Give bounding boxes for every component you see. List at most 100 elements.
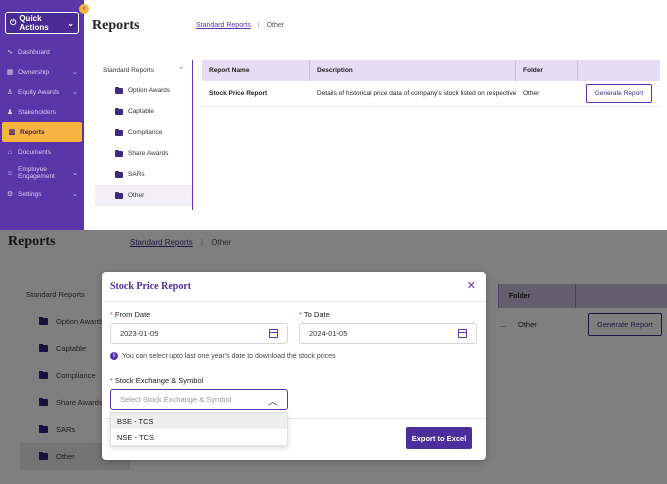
- required-marker: *: [110, 310, 113, 319]
- breadcrumb: Standard Reports | Other: [196, 22, 284, 29]
- sidebar-item-label: Settings: [18, 190, 42, 198]
- table-row: Stock Price Report Details of historical…: [202, 81, 660, 107]
- tree-item-compliance[interactable]: Compliance: [95, 122, 192, 143]
- cell-folder: Other: [518, 319, 537, 329]
- exchange-symbol-placeholder: Select Stock Exchange & Symbol: [120, 395, 232, 404]
- chevron-down-icon: ⌄: [72, 69, 78, 76]
- table-row: ... Other Generate Report: [498, 308, 667, 340]
- to-date-value: 2024-01-05: [309, 329, 348, 338]
- required-marker: *: [110, 376, 113, 385]
- folder-icon: [115, 170, 123, 178]
- equity-awards-icon: ♙: [6, 89, 14, 96]
- required-marker: *: [299, 310, 302, 319]
- folder-icon: [115, 107, 123, 115]
- tree-heading-standard-reports[interactable]: Standard Reports ⌃: [95, 60, 192, 80]
- chevron-down-icon: ⌄: [67, 18, 74, 28]
- export-to-excel-button[interactable]: Export to Excel: [406, 427, 472, 449]
- tree-item-label: Compliance: [128, 129, 163, 136]
- dropdown-option-bse-tcs[interactable]: BSE - TCS: [111, 413, 287, 429]
- column-header-folder: Folder: [516, 60, 578, 81]
- sidebar-item-equity-awards[interactable]: ♙ Equity Awards ⌄: [0, 82, 84, 102]
- tree-item-sars[interactable]: SARs: [95, 164, 192, 185]
- sidebar-item-stakeholders[interactable]: ♟ Stakeholders: [0, 102, 84, 122]
- calendar-icon[interactable]: [269, 329, 278, 338]
- table-header: Folder: [498, 284, 667, 308]
- power-icon: ⏻: [10, 18, 17, 27]
- exchange-symbol-dropdown: BSE - TCS NSE - TCS: [110, 412, 288, 446]
- from-date-label-text: From Date: [114, 310, 151, 319]
- sidebar-item-documents[interactable]: ⌂ Documents: [0, 142, 84, 162]
- breadcrumb-other: Other: [266, 22, 285, 29]
- chevron-up-icon: ⌃: [178, 67, 184, 74]
- breadcrumb: Standard Reports | Other: [130, 238, 231, 247]
- folder-icon: [115, 149, 123, 157]
- tree-item-label: SARs: [56, 425, 76, 434]
- folder-icon: [39, 398, 48, 406]
- calendar-icon[interactable]: [458, 329, 467, 338]
- from-date-input[interactable]: 2023-01-05: [110, 323, 288, 344]
- breadcrumb-other: Other: [211, 238, 232, 247]
- tree-item-other[interactable]: Other: [95, 185, 192, 206]
- tree-item-label: Other: [128, 192, 145, 199]
- breadcrumb-separator: |: [257, 22, 260, 29]
- tree-item-share-awards[interactable]: Share Awards: [95, 143, 192, 164]
- folder-icon: [115, 128, 123, 136]
- sidebar-item-reports[interactable]: ▥ Reports: [2, 122, 82, 142]
- breadcrumb-standard-reports[interactable]: Standard Reports: [196, 22, 251, 29]
- to-date-input[interactable]: 2024-01-05: [299, 323, 477, 344]
- table-header: Report Name Description Folder: [202, 60, 660, 81]
- generate-report-button[interactable]: Generate Report: [588, 312, 662, 336]
- column-header-action: [578, 60, 660, 81]
- quick-actions-button[interactable]: ⏻ Quick Actions ⌄: [5, 12, 79, 34]
- reports-table: Report Name Description Folder Stock Pri…: [202, 60, 660, 107]
- page-title: Reports: [8, 234, 56, 249]
- folder-icon: [39, 452, 48, 460]
- tree-item-captable[interactable]: Captable: [95, 101, 192, 122]
- dropdown-option-nse-tcs[interactable]: NSE - TCS: [111, 429, 287, 445]
- exchange-symbol-label: * Stock Exchange & Symbol: [110, 376, 203, 385]
- cell-description-truncated: ...: [500, 319, 507, 329]
- quick-actions-label: Quick Actions: [19, 14, 49, 32]
- column-header-description: Description: [310, 60, 516, 81]
- exchange-symbol-label-text: Stock Exchange & Symbol: [114, 376, 204, 385]
- tree-heading-label: Standard Reports: [103, 66, 154, 74]
- page-title: Reports: [92, 18, 140, 33]
- pulse-icon: ∿: [7, 49, 13, 56]
- folder-icon: [115, 86, 123, 94]
- tree-item-label: SARs: [128, 171, 145, 178]
- sidebar-item-label: Stakeholders: [18, 108, 56, 116]
- tree-item-label: Option Awards: [56, 317, 105, 326]
- sidebar-item-employee-engagement[interactable]: ☺ Employee Engagement ⌄: [0, 162, 84, 184]
- stakeholders-icon: ♟: [6, 109, 14, 116]
- tree-item-label: Share Awards: [56, 398, 103, 407]
- documents-icon: ⌂: [7, 148, 13, 156]
- tree-item-label: Captable: [56, 344, 87, 353]
- exchange-symbol-select[interactable]: Select Stock Exchange & Symbol ︿: [110, 389, 288, 410]
- report-folder-tree: Standard Reports ⌃ Option Awards Captabl…: [95, 60, 193, 210]
- sidebar-item-settings[interactable]: ⚙ Settings ⌄: [0, 184, 84, 204]
- generate-report-button[interactable]: Generate Report: [585, 84, 653, 103]
- date-range-hint: i You can select upto last one year's da…: [110, 352, 336, 360]
- close-icon[interactable]: ✕: [467, 279, 476, 292]
- from-date-label: * From Date: [110, 310, 150, 319]
- folder-icon: [39, 344, 48, 352]
- from-date-value: 2023-01-05: [120, 329, 159, 338]
- ownership-icon: ▦: [6, 69, 14, 76]
- breadcrumb-standard-reports[interactable]: Standard Reports: [130, 238, 193, 247]
- reports-page-with-modal: Reports Standard Reports | Other Standar…: [0, 230, 667, 484]
- column-header-folder: Folder: [498, 284, 576, 308]
- chevron-down-icon: ⌄: [72, 191, 78, 198]
- chevron-down-icon: ⌄: [72, 89, 78, 96]
- chevron-up-icon: ︿: [268, 397, 278, 408]
- collapse-sidebar-icon[interactable]: ‹: [79, 4, 89, 14]
- modal-title: Stock Price Report: [110, 281, 192, 292]
- tree-item-option-awards[interactable]: Option Awards: [95, 80, 192, 101]
- date-range-hint-text: You can select upto last one year's date…: [122, 352, 336, 360]
- tree-item-label: Share Awards: [128, 150, 169, 157]
- sidebar: ⏻ Quick Actions ⌄ ‹ ∿ Dashboard ▦ Owners…: [0, 0, 89, 230]
- sidebar-item-dashboard[interactable]: ∿ Dashboard: [0, 42, 84, 62]
- sidebar-item-ownership[interactable]: ▦ Ownership ⌄: [0, 62, 84, 82]
- tree-item-label: Compliance: [56, 371, 96, 380]
- tree-item-label: Option Awards: [128, 87, 171, 94]
- modal-divider: [102, 301, 486, 302]
